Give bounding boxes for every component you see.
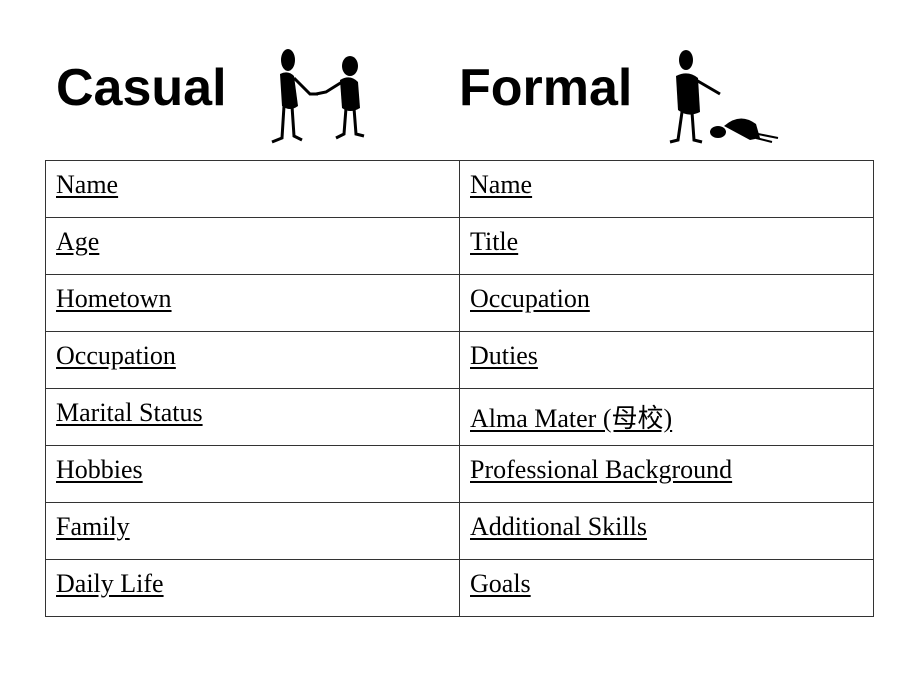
table-row: Hobbies Professional Background (45, 445, 874, 503)
formal-heading: Formal (459, 59, 633, 117)
formal-item: Title (470, 227, 519, 256)
comparison-table: Name Name Age Title Hometown Occupation … (45, 160, 874, 617)
casual-item: Hobbies (56, 455, 143, 484)
casual-item: Daily Life (56, 569, 164, 598)
formal-cell: Title (459, 217, 874, 275)
formal-item: Goals (470, 569, 531, 598)
formal-item: Professional Background (470, 455, 733, 484)
casual-cell: Hometown (45, 274, 460, 332)
table-row: Marital Status Alma Mater (母校) (45, 388, 874, 446)
table-row: Hometown Occupation (45, 274, 874, 332)
formal-cell: Duties (459, 331, 874, 389)
handshake-figures-icon (271, 49, 365, 144)
table-row: Occupation Duties (45, 331, 874, 389)
formal-cell: Name (459, 160, 874, 218)
casual-item: Name (56, 170, 119, 199)
bowing-figures-icon (669, 50, 779, 144)
casual-cell: Marital Status (45, 388, 460, 446)
formal-item: Occupation (470, 284, 590, 313)
casual-item: Marital Status (56, 398, 203, 427)
formal-item: Duties (470, 341, 538, 370)
table-row: Family Additional Skills (45, 502, 874, 560)
table-row: Age Title (45, 217, 874, 275)
casual-cell: Hobbies (45, 445, 460, 503)
casual-cell: Family (45, 502, 460, 560)
casual-cell: Age (45, 217, 460, 275)
formal-cell: Additional Skills (459, 502, 874, 560)
casual-item: Hometown (56, 284, 172, 313)
casual-cell: Occupation (45, 331, 460, 389)
casual-heading: Casual (56, 59, 227, 117)
casual-cell: Daily Life (45, 559, 460, 617)
casual-item: Family (56, 512, 130, 541)
formal-item: Additional Skills (470, 512, 647, 541)
casual-item: Age (56, 227, 100, 256)
formal-cell: Professional Background (459, 445, 874, 503)
formal-item: Alma Mater (母校) (470, 404, 673, 433)
casual-cell: Name (45, 160, 460, 218)
table-row: Daily Life Goals (45, 559, 874, 617)
formal-cell: Alma Mater (母校) (459, 388, 874, 446)
casual-item: Occupation (56, 341, 176, 370)
formal-item: Name (470, 170, 533, 199)
table-row: Name Name (45, 160, 874, 218)
formal-cell: Goals (459, 559, 874, 617)
formal-cell: Occupation (459, 274, 874, 332)
